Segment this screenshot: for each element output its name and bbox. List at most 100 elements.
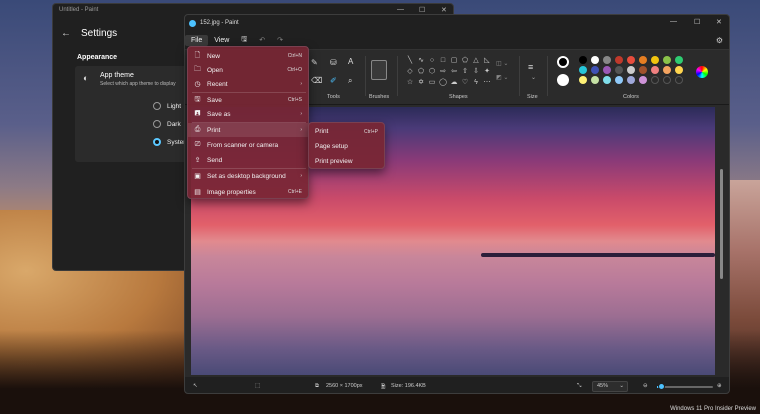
fill-icon[interactable]: ⛁ — [330, 58, 337, 67]
submenu-item-print[interactable]: Print Ctrl+P — [309, 124, 384, 139]
color-swatch[interactable] — [663, 76, 671, 84]
color-swatch[interactable] — [651, 56, 659, 64]
menu-view[interactable]: View — [208, 35, 235, 46]
menu-item-scanner[interactable]: ⎚ From scanner or camera — [188, 138, 308, 152]
rounded-rect-icon[interactable]: ▢ — [449, 56, 459, 66]
zoom-out-icon[interactable]: ⊖ — [643, 383, 648, 389]
menu-item-print[interactable]: ⎙ Print › — [188, 123, 308, 137]
callout-cloud-icon[interactable]: ☁ — [449, 78, 459, 88]
shapes-gallery[interactable]: ╲ ∿ ○ □ ▢ ⬠ △ ◺ ◇ ⬠ ⬡ ⇨ ⇦ ⇧ ⇩ ✦ ☆ ✡ ▭ ◯ ☁ ♡ ϟ ⋯ — [405, 56, 492, 88]
menu-item-new[interactable]: 🗋 New Ctrl+N — [188, 49, 308, 63]
more-shapes-icon[interactable]: ⋯ — [482, 78, 492, 88]
scrollbar-thumb[interactable] — [720, 169, 723, 279]
color-swatch[interactable] — [579, 66, 587, 74]
color-palette[interactable] — [579, 56, 685, 84]
color-swatch[interactable] — [639, 56, 647, 64]
curve-icon[interactable]: ∿ — [416, 56, 426, 66]
fit-to-window-icon[interactable]: ⤡ — [577, 383, 581, 390]
color-swatch[interactable] — [627, 56, 635, 64]
color-swatch[interactable] — [627, 76, 635, 84]
heart-icon[interactable]: ♡ — [460, 78, 470, 88]
lightning-icon[interactable]: ϟ — [471, 78, 481, 88]
color-swatch[interactable] — [675, 56, 683, 64]
theme-option-light[interactable]: Light — [153, 102, 181, 110]
settings-gear-icon[interactable]: ⚙ — [716, 36, 723, 45]
arrow-left-icon[interactable]: ← — [61, 28, 71, 39]
menu-item-save-as[interactable]: 🖪 Save as › — [188, 107, 308, 121]
color-swatch[interactable] — [591, 76, 599, 84]
color-swatch[interactable] — [603, 76, 611, 84]
menu-item-save[interactable]: 🖫 Save Ctrl+S — [188, 93, 308, 107]
color-swatch[interactable] — [663, 56, 671, 64]
rectangle-icon[interactable]: □ — [438, 56, 448, 66]
arrow-left-icon[interactable]: ⇦ — [449, 67, 459, 77]
primary-color-swatch[interactable] — [557, 56, 569, 68]
fill-dropdown-icon[interactable]: ◩ ⌄ — [496, 74, 508, 81]
color-swatch[interactable] — [591, 66, 599, 74]
color-swatch[interactable] — [603, 66, 611, 74]
secondary-color-swatch[interactable] — [557, 74, 569, 86]
color-swatch[interactable] — [675, 66, 683, 74]
menu-item-open[interactable]: 🗀 Open Ctrl+O — [188, 63, 308, 77]
color-swatch[interactable] — [579, 76, 587, 84]
triangle-icon[interactable]: △ — [471, 56, 481, 66]
maximize-button[interactable]: ☐ — [419, 6, 425, 14]
color-swatch[interactable] — [603, 56, 611, 64]
star4-icon[interactable]: ✦ — [482, 67, 492, 77]
minimize-button[interactable]: — — [670, 18, 677, 25]
polygon-icon[interactable]: ⬠ — [460, 56, 470, 66]
callout-rect-icon[interactable]: ▭ — [427, 78, 437, 88]
outline-dropdown-icon[interactable]: ◫ ⌄ — [496, 60, 508, 67]
menu-file[interactable]: File — [185, 34, 209, 46]
magnifier-icon[interactable]: ⌕ — [348, 76, 352, 86]
color-picker-icon[interactable]: ✐ — [330, 76, 337, 85]
oval-icon[interactable]: ○ — [427, 56, 437, 66]
color-swatch[interactable] — [615, 66, 623, 74]
menu-item-send[interactable]: ⇪ Send — [188, 153, 308, 167]
maximize-button[interactable]: ☐ — [694, 18, 700, 26]
text-icon[interactable]: A — [348, 57, 353, 66]
color-swatch[interactable] — [639, 76, 647, 84]
color-swatch[interactable] — [579, 56, 587, 64]
pencil-icon[interactable]: ✎ — [311, 58, 318, 67]
minimize-button[interactable]: — — [397, 6, 404, 13]
close-button[interactable]: ✕ — [441, 6, 447, 14]
submenu-item-print-preview[interactable]: Print preview — [309, 154, 384, 169]
diamond-icon[interactable]: ◇ — [405, 67, 415, 77]
color-swatch[interactable] — [627, 66, 635, 74]
hexagon-icon[interactable]: ⬡ — [427, 67, 437, 77]
size-icon[interactable]: ≡ — [528, 62, 533, 72]
color-swatch[interactable] — [651, 66, 659, 74]
radio-icon[interactable] — [153, 102, 161, 110]
undo-icon[interactable]: ↶ — [253, 34, 271, 46]
right-triangle-icon[interactable]: ◺ — [482, 56, 492, 66]
arrow-up-icon[interactable]: ⇧ — [460, 67, 470, 77]
color-swatch[interactable] — [663, 66, 671, 74]
arrow-right-icon[interactable]: ⇨ — [438, 67, 448, 77]
chevron-down-icon[interactable]: ⌄ — [531, 74, 536, 81]
vertical-scrollbar[interactable] — [720, 109, 723, 369]
edit-colors-icon[interactable] — [696, 66, 708, 78]
zoom-slider-thumb[interactable] — [658, 383, 666, 390]
color-swatch[interactable] — [615, 76, 623, 84]
callout-oval-icon[interactable]: ◯ — [438, 78, 448, 88]
eraser-icon[interactable]: ⌫ — [311, 76, 322, 85]
arrow-down-icon[interactable]: ⇩ — [471, 67, 481, 77]
zoom-in-icon[interactable]: ⊕ — [717, 383, 722, 389]
color-swatch[interactable] — [651, 76, 659, 84]
brush-icon[interactable] — [371, 60, 387, 80]
color-swatch[interactable] — [639, 66, 647, 74]
line-icon[interactable]: ╲ — [405, 56, 415, 66]
pentagon-icon[interactable]: ⬠ — [416, 67, 426, 77]
menu-item-recent[interactable]: ◷ Recent › — [188, 77, 308, 91]
redo-icon[interactable]: ↷ — [271, 34, 289, 46]
menu-item-image-properties[interactable]: ▤ Image properties Ctrl+E — [188, 185, 308, 199]
close-button[interactable]: ✕ — [716, 18, 722, 26]
color-swatch[interactable] — [675, 76, 683, 84]
zoom-select[interactable]: 45% ⌄ — [592, 381, 628, 392]
radio-selected-icon[interactable] — [153, 138, 161, 146]
zoom-slider[interactable] — [657, 383, 713, 390]
submenu-item-page-setup[interactable]: Page setup — [309, 139, 384, 154]
radio-icon[interactable] — [153, 120, 161, 128]
theme-option-dark[interactable]: Dark — [153, 120, 181, 128]
